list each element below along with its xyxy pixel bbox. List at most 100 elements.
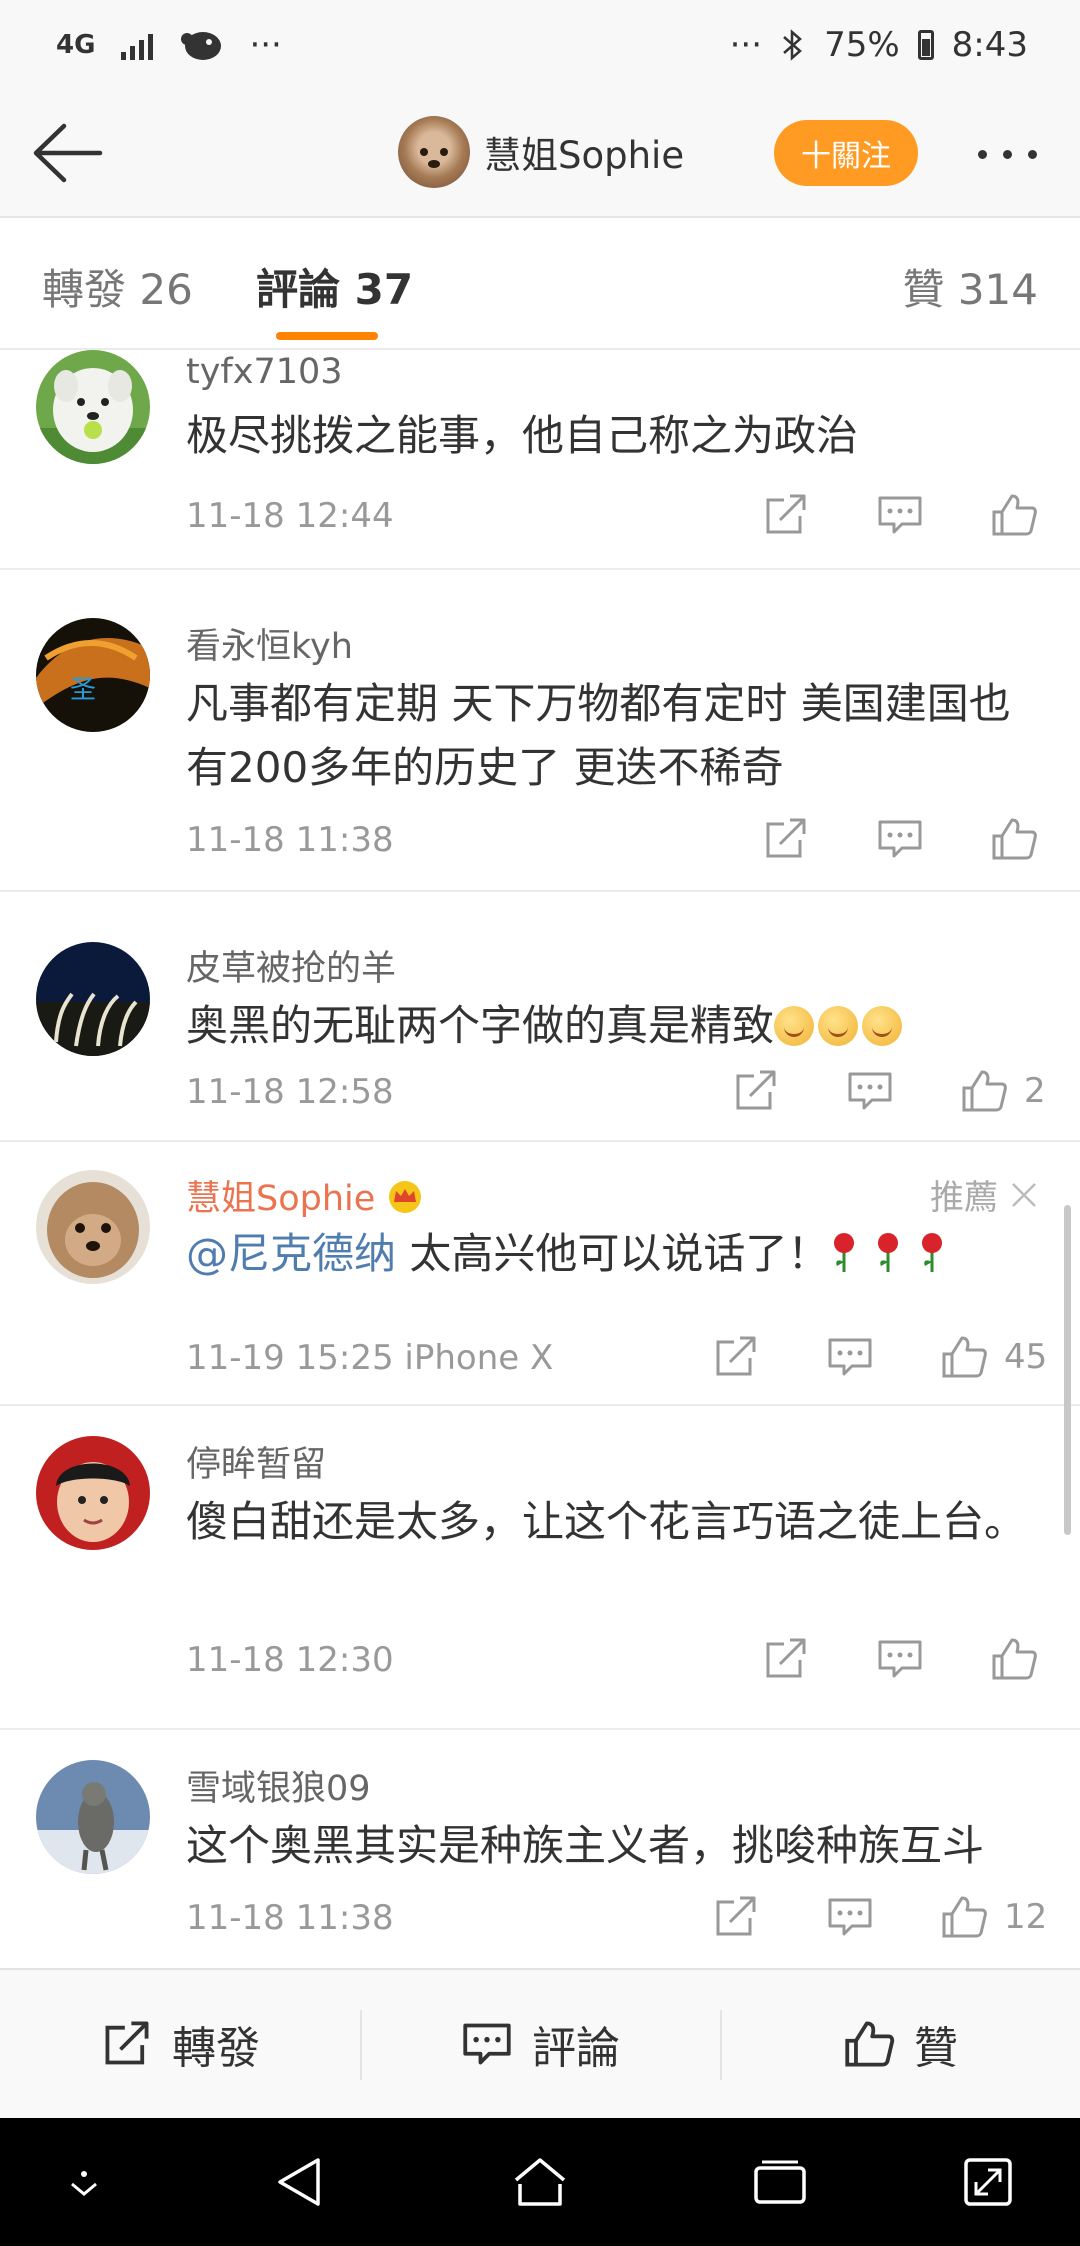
- repost-icon: [105, 2021, 149, 2065]
- comment-username[interactable]: tyfx7103: [186, 352, 343, 392]
- more-options-icon[interactable]: [978, 150, 1037, 159]
- avatar[interactable]: [36, 942, 150, 1056]
- comment-device: iPhone X: [404, 1338, 554, 1378]
- crown-badge-icon: [389, 1181, 422, 1213]
- like-control[interactable]: 12: [940, 1894, 1047, 1940]
- like-icon[interactable]: [990, 816, 1038, 862]
- follow-button[interactable]: 十關注: [774, 120, 918, 186]
- signal-icon: [121, 30, 154, 60]
- repost-icon[interactable]: [712, 1334, 760, 1380]
- reply-icon[interactable]: [826, 1894, 874, 1940]
- comment-icon: [463, 2023, 511, 2065]
- scrollbar[interactable]: [1064, 1205, 1071, 1535]
- like-icon[interactable]: [960, 1068, 1008, 1114]
- status-dots: ···: [729, 25, 763, 65]
- comment-timestamp: 11-18 12:58: [186, 1072, 394, 1112]
- bottom-action-bar: 轉發 評論 贊: [0, 1968, 1080, 2118]
- smile-emoji: [818, 1006, 859, 1046]
- comment-label: 評論: [532, 2023, 620, 2074]
- recent-apps-icon[interactable]: [752, 2158, 808, 2208]
- recommend-label[interactable]: 推薦: [930, 1170, 1038, 1219]
- fullscreen-icon[interactable]: [960, 2154, 1016, 2210]
- comment-item: 圣 看永恒kyh 凡事都有定期 天下万物都有定时 美国建国也有200多年的历史了…: [0, 570, 1080, 892]
- comment-timestamp: 11-18 11:38: [186, 820, 394, 860]
- mention-link[interactable]: @尼克德纳: [186, 1229, 396, 1278]
- notification-app-icon: [181, 32, 222, 60]
- tab-comments[interactable]: 評論 37: [256, 256, 413, 317]
- app-header: 慧姐Sophie 十關注: [0, 90, 1080, 218]
- repost-icon[interactable]: [762, 1636, 810, 1682]
- clock: 8:43: [951, 25, 1028, 65]
- like-control[interactable]: 2: [960, 1068, 1046, 1114]
- back-arrow-icon[interactable]: [28, 118, 108, 188]
- comment-item: 停眸暂留 傻白甜还是太多，让这个花言巧语之徒上台。 11-18 12:30: [0, 1406, 1080, 1730]
- comment-item: tyfx7103 极尽挑拨之能事，他自己称之为政治 11-18 12:44: [0, 350, 1080, 570]
- svg-text:圣: 圣: [70, 675, 96, 705]
- rose-emoji: [834, 1233, 855, 1272]
- comment-text: 奥黑的无耻两个字做的真是精致: [186, 1001, 775, 1050]
- avatar[interactable]: [36, 1760, 150, 1874]
- comment-list[interactable]: tyfx7103 极尽挑拨之能事，他自己称之为政治 11-18 12:44 圣 …: [0, 350, 1080, 1968]
- avatar[interactable]: [398, 116, 470, 188]
- like-count: 2: [1024, 1071, 1046, 1111]
- comment-timestamp: 11-18 12:44: [186, 496, 394, 536]
- tab-reposts[interactable]: 轉發 26: [42, 256, 193, 317]
- comment-actions: 45: [712, 1334, 1047, 1380]
- smile-emoji: [774, 1006, 815, 1046]
- repost-icon[interactable]: [762, 816, 810, 862]
- home-nav-icon[interactable]: [508, 2154, 572, 2210]
- like-count: 12: [1004, 1897, 1048, 1937]
- avatar[interactable]: [36, 350, 150, 464]
- more-notifications: ···: [249, 25, 282, 65]
- comment-username[interactable]: 停眸暂留: [186, 1436, 326, 1487]
- repost-icon[interactable]: [732, 1068, 780, 1114]
- back-nav-icon[interactable]: [274, 2154, 324, 2210]
- profile-username[interactable]: 慧姐Sophie: [484, 125, 684, 179]
- hide-keyboard-icon[interactable]: [64, 2166, 104, 2202]
- reply-icon[interactable]: [846, 1068, 894, 1114]
- battery-icon: [917, 30, 934, 60]
- repost-icon[interactable]: [712, 1894, 760, 1940]
- active-tab-indicator: [276, 332, 378, 340]
- like-count: 45: [1004, 1337, 1048, 1377]
- comment-body: 奥黑的无耻两个字做的真是精致: [186, 994, 1046, 1058]
- comment-timestamp: 11-18 11:38: [186, 1898, 394, 1938]
- profile-link[interactable]: 慧姐Sophie: [398, 116, 684, 188]
- comment-item: 雪域银狼09 这个奥黑其实是种族主义者，挑唆种族互斗 11-18 11:38 1…: [0, 1730, 1080, 1968]
- status-bar: 4G ··· ··· 75% 8:43: [0, 0, 1080, 90]
- reply-icon[interactable]: [876, 1636, 924, 1682]
- reply-icon[interactable]: [876, 492, 924, 538]
- comment-body: @尼克德纳 太高兴他可以说话了！: [186, 1222, 1046, 1286]
- repost-icon[interactable]: [762, 492, 810, 538]
- rose-emoji: [878, 1233, 899, 1272]
- like-icon[interactable]: [990, 1636, 1038, 1682]
- comment-username[interactable]: 皮草被抢的羊: [186, 940, 396, 991]
- like-icon[interactable]: [990, 492, 1038, 538]
- comment-username[interactable]: 慧姐Sophie: [186, 1170, 425, 1221]
- reply-icon[interactable]: [876, 816, 924, 862]
- close-icon[interactable]: [1010, 1181, 1038, 1209]
- comment-item-recommended: 慧姐Sophie 推薦 @尼克德纳 太高兴他可以说话了！ 11-19 15:25…: [0, 1142, 1080, 1406]
- owner-username[interactable]: 慧姐Sophie: [186, 1179, 375, 1219]
- comment-username[interactable]: 看永恒kyh: [186, 618, 353, 669]
- recommend-text: 推薦: [930, 1178, 998, 1218]
- comment-actions: 12: [712, 1894, 1047, 1940]
- like-icon[interactable]: [940, 1894, 988, 1940]
- reply-icon[interactable]: [826, 1334, 874, 1380]
- comment-item: 皮草被抢的羊 奥黑的无耻两个字做的真是精致 11-18 12:58 2: [0, 892, 1080, 1142]
- like-button[interactable]: 贊: [720, 1970, 1080, 2118]
- comment-button[interactable]: 評論: [360, 1970, 720, 2118]
- rose-emoji: [922, 1233, 943, 1272]
- comment-timestamp: 11-18 12:30: [186, 1640, 394, 1680]
- comment-actions: 2: [732, 1068, 1046, 1114]
- like-control[interactable]: 45: [940, 1334, 1047, 1380]
- like-icon[interactable]: [940, 1334, 988, 1380]
- tab-bar: 轉發 26 評論 37 贊 314: [0, 218, 1080, 350]
- avatar[interactable]: [36, 1170, 150, 1284]
- avatar[interactable]: [36, 1436, 150, 1550]
- repost-button[interactable]: 轉發: [0, 1970, 360, 2118]
- tab-likes[interactable]: 贊 314: [902, 256, 1038, 317]
- avatar[interactable]: 圣: [36, 618, 150, 732]
- comment-text: 这个奥黑其实是种族主义者，挑唆种族互斗: [186, 1821, 985, 1870]
- comment-username[interactable]: 雪域银狼09: [186, 1760, 371, 1811]
